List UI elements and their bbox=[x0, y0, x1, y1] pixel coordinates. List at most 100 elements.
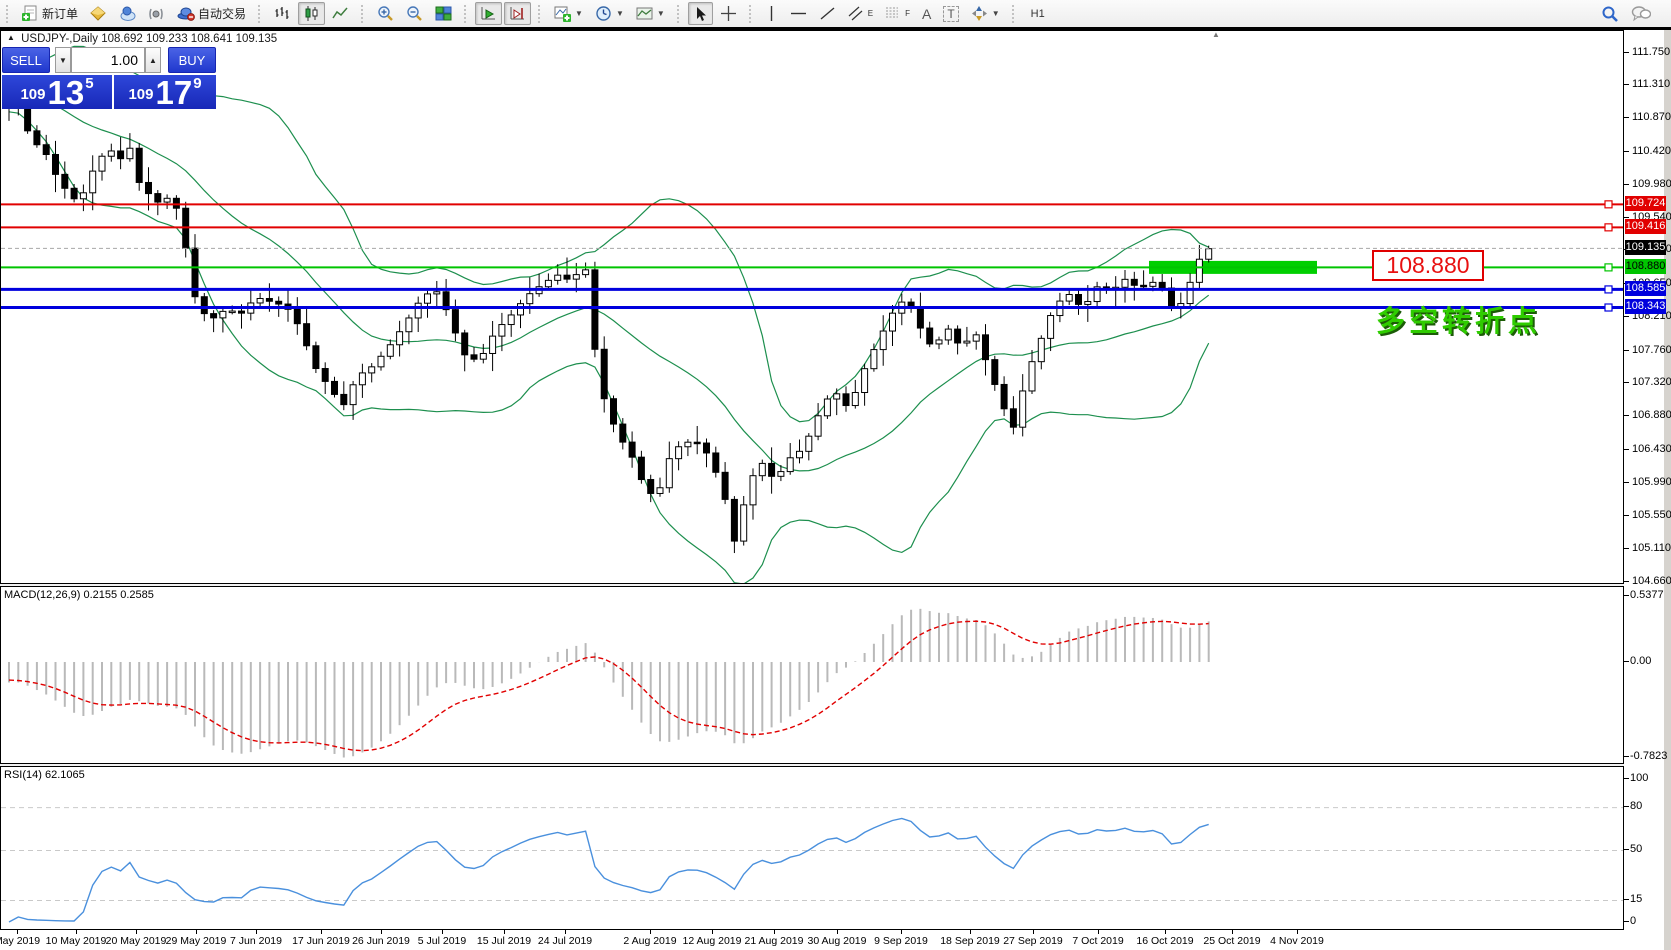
zoom-in-button[interactable] bbox=[372, 2, 399, 25]
auto-trading-label: 自动交易 bbox=[198, 5, 246, 22]
rsi-tick-mark bbox=[1624, 806, 1629, 807]
level-line-handle[interactable] bbox=[1605, 201, 1612, 208]
candle-body bbox=[694, 442, 700, 444]
candle-body bbox=[992, 360, 998, 385]
candle-body bbox=[387, 345, 393, 357]
level-line-handle[interactable] bbox=[1605, 304, 1612, 311]
zoom-in-icon bbox=[377, 5, 394, 22]
trendline-button[interactable] bbox=[814, 2, 841, 25]
macd-value-main: 0.2155 bbox=[83, 589, 117, 601]
macd-chart[interactable] bbox=[1, 587, 1623, 763]
timeframe-button-m30[interactable]: M30 bbox=[1024, 0, 1059, 4]
candle-body bbox=[99, 156, 105, 171]
auto-trading-button[interactable]: 自动交易 bbox=[172, 2, 251, 25]
tile-windows-button[interactable] bbox=[430, 2, 457, 25]
candlestick-chart-button[interactable] bbox=[298, 2, 325, 25]
one-click-trading-panel: SELL ▼ 1.00 ▲ BUY 109 13 5 109 17 9 bbox=[2, 47, 216, 109]
candle-body bbox=[638, 457, 644, 479]
cursor-button[interactable] bbox=[688, 2, 713, 25]
candle-body bbox=[583, 270, 589, 275]
price-tick-mark bbox=[1624, 415, 1629, 416]
price-tick-label: 107.320 bbox=[1632, 376, 1671, 388]
timeframe-button-h1[interactable]: H1 bbox=[1024, 4, 1059, 24]
webterminal-button[interactable] bbox=[85, 2, 112, 25]
candle-body bbox=[257, 298, 263, 302]
community-button[interactable] bbox=[114, 2, 141, 25]
cursor-icon bbox=[693, 6, 708, 22]
candle-body bbox=[601, 349, 607, 398]
new-order-label: 新订单 bbox=[42, 5, 78, 22]
macd-tick-label: -0.7823 bbox=[1630, 750, 1667, 762]
volume-decrease-button[interactable]: ▼ bbox=[55, 47, 71, 73]
auto-scroll-button[interactable] bbox=[475, 2, 502, 25]
candle-body bbox=[71, 188, 77, 198]
level-line-handle[interactable] bbox=[1605, 286, 1612, 293]
candle-body bbox=[676, 447, 682, 459]
templates-button[interactable]: ▼ bbox=[631, 2, 670, 25]
rsi-tick-label: 100 bbox=[1630, 772, 1648, 784]
search-icon bbox=[1601, 5, 1619, 23]
buy-button[interactable]: BUY bbox=[168, 47, 216, 73]
zoom-out-icon bbox=[406, 5, 423, 22]
date-axis: May 201910 May 201920 May 201929 May 201… bbox=[0, 930, 1624, 950]
search-button[interactable] bbox=[1596, 2, 1624, 25]
signal-icon bbox=[148, 5, 165, 22]
bar-chart-button[interactable] bbox=[269, 2, 296, 25]
date-label: 15 Jul 2019 bbox=[477, 935, 531, 947]
toolbar-grip bbox=[361, 5, 367, 23]
zoom-out-button[interactable] bbox=[401, 2, 428, 25]
candle-body bbox=[945, 329, 951, 340]
candle-body bbox=[369, 367, 375, 373]
date-tick-mark bbox=[712, 930, 713, 934]
sell-price-big: 13 bbox=[47, 78, 84, 108]
level-line-handle[interactable] bbox=[1605, 224, 1612, 231]
date-label: 4 Nov 2019 bbox=[1270, 935, 1324, 947]
signals-button[interactable] bbox=[143, 2, 170, 25]
chart-shift-button[interactable] bbox=[504, 2, 531, 25]
periods-button[interactable]: ▼ bbox=[590, 2, 629, 25]
pivot-annotation-text[interactable]: 多空转折点 bbox=[1376, 298, 1541, 340]
vertical-line-button[interactable] bbox=[760, 2, 783, 25]
horizontal-line-button[interactable] bbox=[785, 2, 812, 25]
new-order-button[interactable]: 新订单 bbox=[17, 2, 83, 25]
level-line-handle[interactable] bbox=[1605, 264, 1612, 271]
rsi-chart[interactable] bbox=[1, 767, 1623, 929]
toolbar-grip bbox=[538, 5, 544, 23]
candle-body bbox=[824, 399, 830, 416]
arrows-button[interactable]: ▼ bbox=[966, 2, 1005, 25]
collapse-arrow-icon[interactable]: ▲ bbox=[7, 33, 15, 42]
macd-panel[interactable] bbox=[0, 586, 1624, 764]
candle-body bbox=[685, 442, 691, 447]
chat-button[interactable] bbox=[1626, 2, 1656, 25]
candle-body bbox=[471, 355, 477, 359]
line-chart-button[interactable] bbox=[327, 2, 354, 25]
buy-price-display[interactable]: 109 17 9 bbox=[114, 75, 216, 109]
volume-increase-button[interactable]: ▲ bbox=[145, 47, 161, 73]
volume-input[interactable]: 1.00 bbox=[71, 47, 145, 73]
candle-body bbox=[1187, 282, 1193, 303]
auto-scroll-icon bbox=[480, 5, 497, 22]
text-button[interactable]: A bbox=[917, 2, 936, 25]
vertical-line-icon bbox=[765, 5, 778, 22]
text-label-button[interactable]: T bbox=[938, 2, 963, 25]
date-label: 5 Jul 2019 bbox=[418, 935, 466, 947]
candle-body bbox=[1085, 302, 1091, 305]
sell-price-display[interactable]: 109 13 5 bbox=[2, 75, 112, 109]
date-tick-mark bbox=[774, 930, 775, 934]
channel-button[interactable]: E bbox=[843, 2, 878, 25]
fibonacci-button[interactable]: F bbox=[880, 2, 915, 25]
clock-icon bbox=[595, 5, 612, 22]
crosshair-button[interactable] bbox=[715, 2, 742, 25]
chart-title: ▲ USDJPY-,Daily 108.692 109.233 108.641 … bbox=[7, 33, 277, 45]
rsi-panel[interactable] bbox=[0, 766, 1624, 930]
price-callout-label[interactable]: 108.880 bbox=[1372, 250, 1484, 281]
buy-price-base: 109 bbox=[128, 82, 153, 108]
price-tick-label: 106.430 bbox=[1632, 443, 1671, 455]
indicators-button[interactable]: ▼ bbox=[549, 2, 588, 25]
candle-body bbox=[1076, 294, 1082, 304]
candle-body bbox=[62, 174, 68, 188]
date-tick-mark bbox=[256, 930, 257, 934]
community-profile-icon bbox=[119, 5, 136, 22]
sell-button[interactable]: SELL bbox=[2, 47, 50, 73]
date-label: 18 Sep 2019 bbox=[940, 935, 1000, 947]
